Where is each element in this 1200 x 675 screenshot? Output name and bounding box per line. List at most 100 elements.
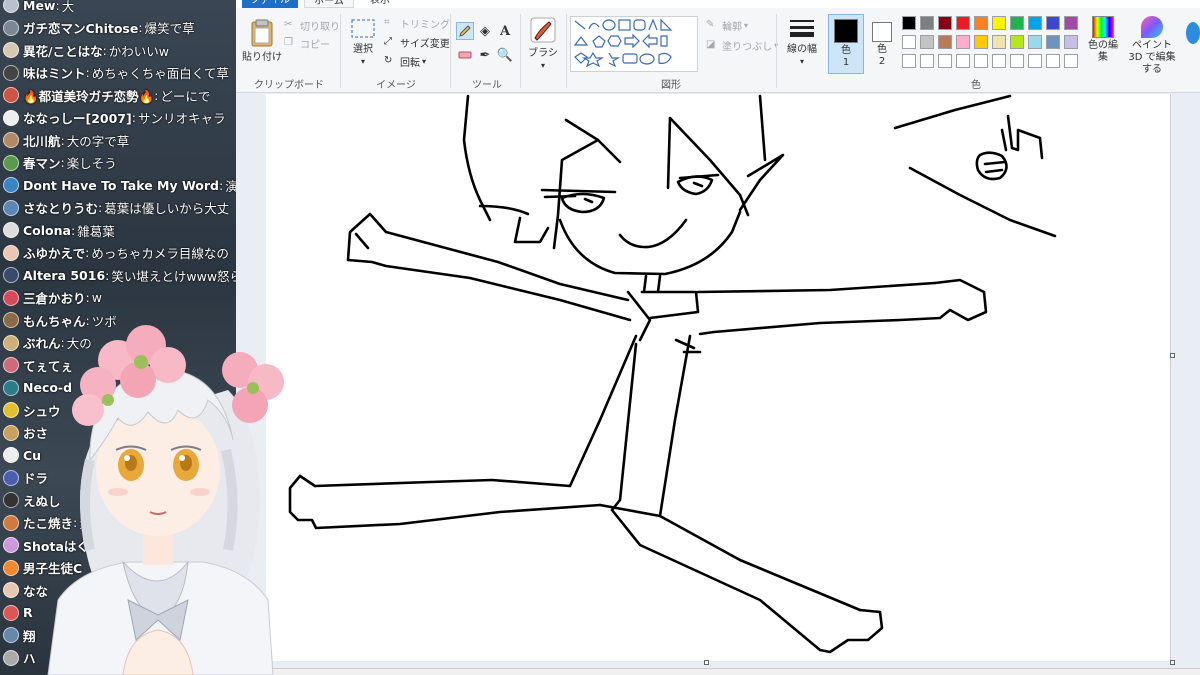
brushes-label: ブラシ <box>528 48 558 59</box>
chat-message: ななっしー[2007]: サンリオキャラ <box>0 107 240 129</box>
copy-button[interactable]: ❐ コピー <box>284 36 330 51</box>
user-avatar-icon <box>3 357 19 373</box>
resize-label: サイズ変更 <box>400 39 450 50</box>
palette-swatch[interactable] <box>992 16 1006 30</box>
color1-button[interactable]: 色 1 <box>828 14 864 74</box>
custom-color-slot[interactable] <box>920 54 934 68</box>
cut-label: 切り取り <box>300 22 340 33</box>
palette-swatch[interactable] <box>956 35 970 49</box>
fill-button[interactable]: ◪塗りつぶし▾ <box>706 38 778 53</box>
palette-swatch[interactable] <box>974 35 988 49</box>
status-bar <box>236 668 1200 675</box>
resize-icon: ⤢ <box>384 36 392 47</box>
chat-message: ふゆかえで: めっちゃカメラ目線なの <box>0 242 240 264</box>
canvas-resize-handle[interactable] <box>1170 660 1175 665</box>
user-avatar-icon <box>3 492 19 508</box>
user-avatar-icon <box>3 447 19 463</box>
palette-swatch[interactable] <box>1064 16 1078 30</box>
palette-swatch[interactable] <box>902 16 916 30</box>
palette-swatch[interactable] <box>938 16 952 30</box>
custom-color-slot[interactable] <box>956 54 970 68</box>
pencil-tool[interactable] <box>456 22 474 40</box>
canvas-resize-handle[interactable] <box>1170 353 1175 358</box>
edit-colors-label: 色の編集 <box>1088 40 1118 63</box>
palette-swatch[interactable] <box>1010 35 1024 49</box>
custom-color-slot[interactable] <box>1046 54 1060 68</box>
palette-swatch[interactable] <box>1028 16 1042 30</box>
tab-view[interactable]: 表示 <box>360 0 400 8</box>
user-avatar-icon <box>3 87 19 103</box>
palette-swatch[interactable] <box>920 16 934 30</box>
palette-swatch[interactable] <box>1046 16 1060 30</box>
fill-label: 塗りつぶし <box>722 42 773 53</box>
fill-tool[interactable]: ◈ <box>476 22 494 40</box>
text-tool[interactable]: A <box>496 22 514 40</box>
palette-swatch[interactable] <box>1010 16 1024 30</box>
user-avatar-icon <box>3 199 19 216</box>
chat-username: ガチ恋マンChitose <box>23 21 139 36</box>
chat-username: Altera 5016 <box>23 267 106 283</box>
color2-button[interactable]: 色 2 <box>866 14 898 74</box>
palette-swatch[interactable] <box>1064 35 1078 49</box>
palette-swatch[interactable] <box>974 16 988 30</box>
canvas-resize-handle[interactable] <box>704 660 709 665</box>
magnifier-tool[interactable]: 🔍 <box>496 46 514 64</box>
custom-color-slot[interactable] <box>938 54 952 68</box>
color-wheel-icon <box>1092 16 1114 38</box>
drawing-canvas[interactable] <box>266 94 1171 661</box>
paint3d-icon <box>1141 16 1163 38</box>
paint3d-button[interactable]: ペイント 3D で編集する <box>1126 16 1178 76</box>
user-avatar-icon <box>3 109 19 126</box>
size-button[interactable]: 線の幅 ▾ <box>782 18 822 68</box>
clipboard-icon <box>251 19 273 47</box>
select-button[interactable]: 選択 ▾ <box>346 18 380 68</box>
user-avatar-icon <box>3 42 19 58</box>
palette-swatch[interactable] <box>956 16 970 30</box>
custom-color-slot[interactable] <box>992 54 1006 68</box>
eraser-tool[interactable] <box>456 46 474 64</box>
chat-colon: : <box>105 267 110 283</box>
custom-color-slot[interactable] <box>902 54 916 68</box>
text-icon: A <box>499 23 511 39</box>
chat-message: 異花/ことはな: かわいいw <box>0 39 240 61</box>
chat-username: Colona <box>23 222 71 238</box>
color-picker-tool[interactable]: ✒ <box>476 46 494 64</box>
palette-swatch[interactable] <box>992 35 1006 49</box>
chat-message: Colona: 雑葛葉 <box>0 219 240 241</box>
palette-swatch[interactable] <box>1046 35 1060 49</box>
tab-file[interactable]: ファイル <box>242 0 298 8</box>
user-avatar-icon <box>3 64 19 81</box>
palette-swatch[interactable] <box>902 35 916 49</box>
eyedropper-icon: ✒ <box>479 47 491 63</box>
edit-colors-button[interactable]: 色の編集 <box>1088 16 1118 64</box>
user-avatar-icon <box>3 244 19 261</box>
tab-home[interactable]: ホーム <box>304 0 354 8</box>
custom-color-slot[interactable] <box>974 54 988 68</box>
palette-swatch[interactable] <box>1028 35 1042 49</box>
chat-text: めっちゃカメラ目線なの <box>91 246 229 261</box>
user-avatar-icon <box>3 582 19 598</box>
drawing-strokes <box>288 94 1057 654</box>
user-avatar-icon <box>3 627 19 643</box>
custom-color-slot[interactable] <box>1064 54 1078 68</box>
chat-username: 春マン <box>23 156 61 171</box>
user-avatar-icon <box>3 649 19 666</box>
color1-label: 色 <box>841 45 851 56</box>
brushes-button[interactable]: ブラシ ▾ <box>524 16 562 72</box>
palette-swatch[interactable] <box>938 35 952 49</box>
rotate-button[interactable]: ↻ 回転 ▾ <box>384 54 426 69</box>
paste-button[interactable]: 貼り付け <box>242 18 282 74</box>
avatar <box>47 325 284 675</box>
custom-color-slot[interactable] <box>1010 54 1024 68</box>
palette-swatch[interactable] <box>920 35 934 49</box>
shapes-gallery[interactable] <box>570 16 698 72</box>
custom-color-slot[interactable] <box>1028 54 1042 68</box>
resize-button[interactable]: ⤢ サイズ変更 <box>384 35 450 50</box>
outline-button[interactable]: ✎ 輪郭 ▾ <box>706 18 748 33</box>
shapes-icons <box>573 18 673 68</box>
ribbon-overflow-icon[interactable] <box>1186 22 1200 44</box>
color-palette <box>902 16 1092 76</box>
chat-message: 味はミント: めちゃくちゃ面白くて草 <box>0 62 240 84</box>
cut-button[interactable]: ✂ 切り取り <box>284 18 340 33</box>
crop-button[interactable]: ⌗ トリミング <box>384 16 450 31</box>
